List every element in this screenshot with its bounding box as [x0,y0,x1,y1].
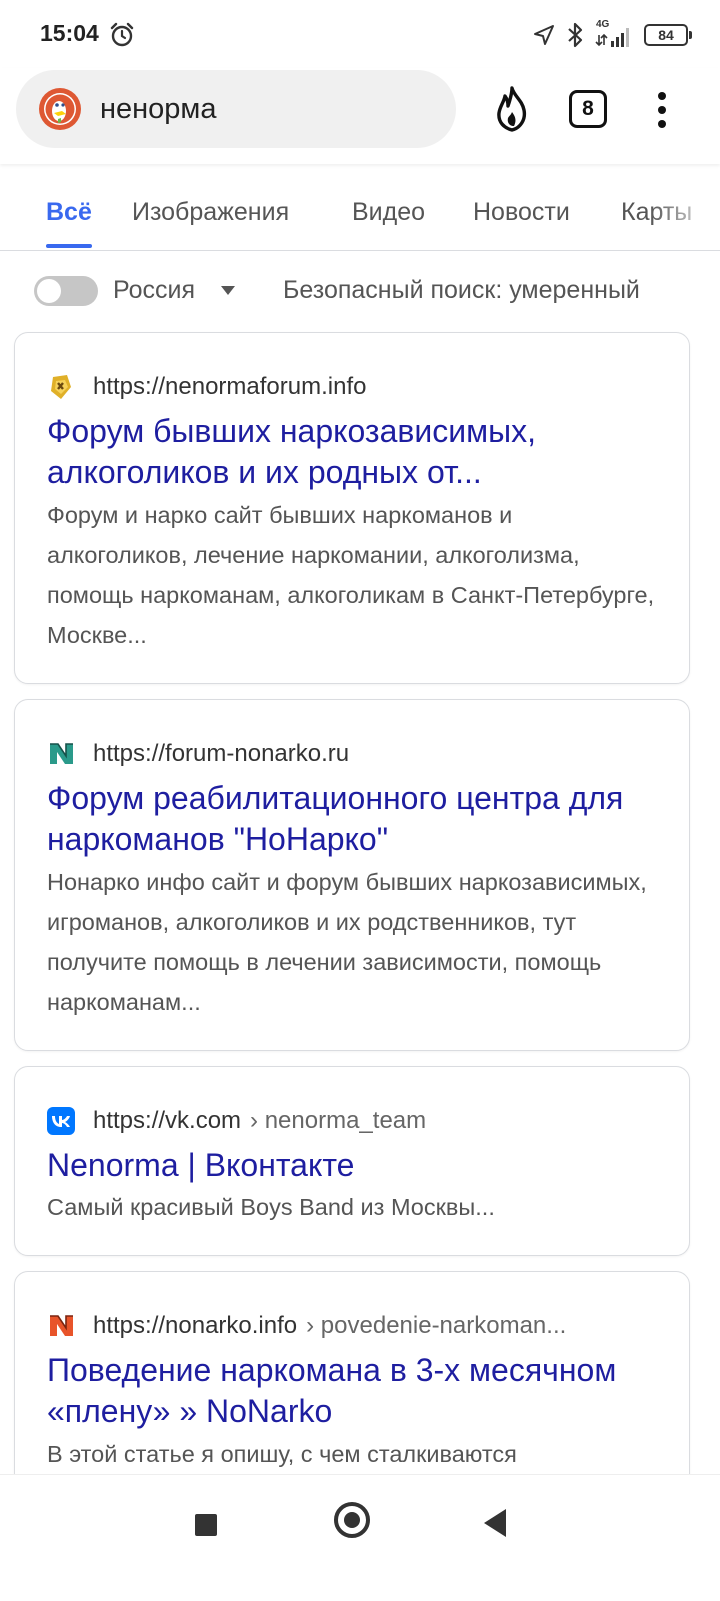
site-favicon-icon [50,1315,73,1336]
duckduckgo-logo-icon [39,88,81,130]
fire-button-icon[interactable] [492,86,532,132]
result-domain: https://vk.com [93,1107,242,1134]
result-domain: https://forum-nonarko.ru [93,740,350,767]
result-title-link[interactable]: Nenorma | Вконтакте [47,1145,659,1186]
alarm-icon [110,22,134,47]
search-filters: Россия Безопасный поиск: умеренный [0,260,720,322]
tab-news[interactable]: Новости [473,198,570,227]
result-title-link[interactable]: Поведение наркомана в 3-х месячном «плен… [47,1350,659,1432]
result-url[interactable]: https://forum-nonarko.ru [47,740,659,768]
search-result[interactable]: https://nenormaforum.info Форум бывших н… [14,332,690,684]
active-tab-indicator [46,244,92,248]
result-path: › povedenie-narkoman... [306,1312,567,1339]
result-snippet: Форум и нарко сайт бывших наркоманов и а… [47,502,655,648]
search-result[interactable]: https://forum-nonarko.ru Форум реабилита… [14,699,690,1051]
toggle-knob [37,279,61,303]
site-favicon-icon [50,743,73,764]
result-snippet: Самый красивый Boys Band из Москвы... [47,1194,495,1220]
back-icon[interactable] [484,1509,506,1537]
tab-images[interactable]: Изображения [132,198,289,227]
browser-toolbar: ненорма 8 [0,68,720,164]
site-favicon-icon [51,375,71,399]
search-input[interactable]: ненорма [100,93,216,126]
result-domain: https://nonarko.info [93,1312,298,1339]
dropdown-caret-icon[interactable] [221,286,235,295]
result-snippet: Нонарко инфо сайт и форум бывших наркоза… [47,869,647,1015]
battery-indicator: 84 [644,24,692,46]
result-url[interactable]: https://vk.com › nenorma_team [47,1107,659,1135]
result-path: › nenorma_team [250,1107,427,1134]
bluetooth-icon [568,22,583,48]
result-snippet: В этой статье я опишу, с чем сталкиваютс… [47,1441,517,1467]
region-selector[interactable]: Россия [113,276,195,305]
result-domain: https://nenormaforum.info [93,373,367,400]
overflow-menu-icon[interactable] [650,88,674,132]
result-url[interactable]: https://nenormaforum.info [47,373,659,401]
home-icon-inner [344,1512,360,1528]
tab-all[interactable]: Всё [46,198,92,227]
safe-search-selector[interactable]: Безопасный поиск: умеренный [283,276,640,305]
tab-switcher-button[interactable]: 8 [569,90,607,128]
tab-videos[interactable]: Видео [352,198,425,227]
result-title-link[interactable]: Форум реабилитационного центра для нарко… [47,778,659,860]
tabs-fade [650,170,720,248]
region-toggle[interactable] [34,276,98,306]
result-title-link[interactable]: Форум бывших наркозависимых, алкоголиков… [47,411,659,493]
search-bar[interactable]: ненорма [16,70,456,148]
status-time: 15:04 [40,20,99,46]
tab-count: 8 [582,97,594,120]
battery-level: 84 [658,27,674,43]
system-navigation-bar [0,1474,720,1601]
signal-icon: 4G [594,19,634,49]
home-icon[interactable] [334,1502,370,1538]
location-icon [534,25,554,45]
result-url[interactable]: https://nonarko.info › povedenie-narkoma… [47,1312,659,1340]
search-result[interactable]: https://vk.com › nenorma_team Nenorma | … [14,1066,690,1256]
recent-apps-icon[interactable] [195,1514,217,1536]
search-category-tabs: Всё Изображения Видео Новости Карты [0,170,720,251]
vk-logo-icon [47,1107,75,1135]
status-bar: 15:04 4G 84 [0,0,720,68]
